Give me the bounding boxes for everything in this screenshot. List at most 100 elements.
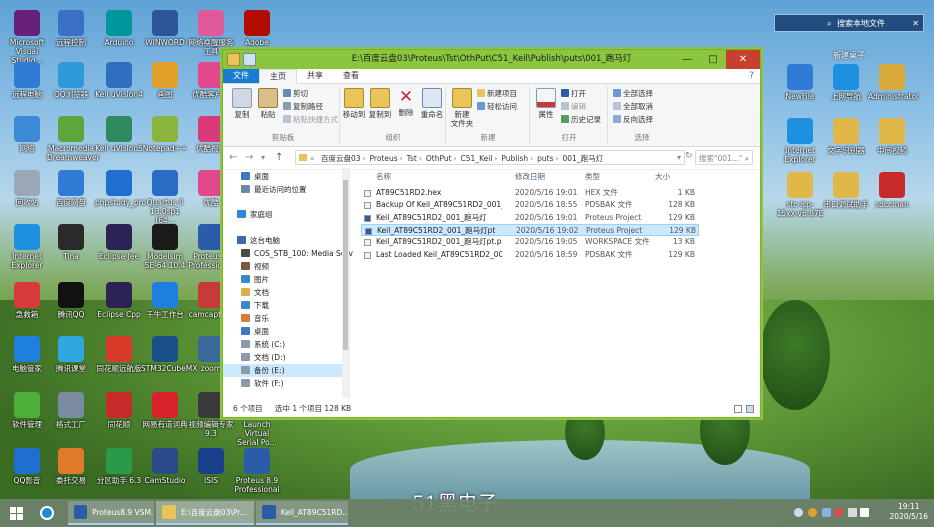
file-row[interactable]: Keil_AT89C51RD2_001_跑马灯 2020/5/16 19:01 Pr… [361, 212, 699, 224]
chevron-right-icon[interactable]: › [494, 154, 497, 163]
new-folder-button[interactable]: 新建 文件夹 [449, 88, 475, 128]
nav-item[interactable]: 图片 [223, 273, 342, 286]
desktop-shortcut[interactable]: Keil uVision5 [95, 116, 143, 153]
copy-button[interactable]: 复制 [229, 88, 255, 119]
desktop-shortcut[interactable]: Arduino [95, 10, 143, 47]
close-icon[interactable]: ✕ [912, 15, 919, 33]
breadcrumb-segment[interactable]: OthPut [426, 154, 452, 163]
nav-item[interactable]: 文档 [223, 286, 342, 299]
desktop-shortcut[interactable]: Eclipse Cpp [95, 282, 143, 319]
start-button[interactable] [4, 501, 28, 525]
desktop-shortcut[interactable]: Internet Explorer [3, 224, 51, 270]
overflow-icon[interactable]: « [310, 154, 315, 163]
desktop-shortcut[interactable]: 远程电脑 [3, 62, 51, 99]
shield-icon[interactable] [794, 508, 803, 517]
column-header-date[interactable]: 修改日期 [515, 171, 545, 182]
desktop-shortcut[interactable]: 委托交易 [47, 448, 95, 485]
desktop-shortcut[interactable]: 软件管理 [3, 392, 51, 429]
desktop-shortcut[interactable]: 分区助手 6.3 [95, 448, 143, 485]
search-input[interactable]: 搜索"001..." ⌕ [695, 150, 753, 165]
breadcrumb-segment[interactable]: Tst [407, 154, 417, 163]
taskbar-task[interactable]: E:\百度云盘03\Pr... [156, 501, 254, 525]
new-item-button[interactable]: 新建项目 [477, 88, 517, 99]
desktop-shortcut[interactable]: QQ浏览器 [47, 62, 95, 99]
file-row[interactable]: AT89C51RD2.hex 2020/5/16 19:01 HEX 文件 1 KB [361, 187, 699, 199]
desktop-shortcut[interactable]: Keil uVision4 [95, 62, 143, 99]
desktop-shortcut[interactable]: 腾讯课堂 [47, 336, 95, 373]
nav-item[interactable]: 下载 [223, 299, 342, 312]
tab-file[interactable]: 文件 [223, 69, 259, 83]
chevron-right-icon[interactable]: › [556, 154, 559, 163]
nav-item[interactable]: 视频 [223, 260, 342, 273]
taskbar-task[interactable]: Keil_AT89C51RD... [256, 501, 348, 525]
desktop-shortcut[interactable]: Tina [47, 224, 95, 261]
select-all-button[interactable]: 全部选择 [613, 88, 653, 99]
help-icon[interactable]: ? [749, 69, 754, 83]
chevron-right-icon[interactable]: › [419, 154, 422, 163]
refresh-icon[interactable]: ↻ [685, 151, 693, 161]
breadcrumb-segment[interactable]: C51_Keil [461, 154, 493, 163]
desktop-shortcut[interactable]: phpstudy_pro [95, 170, 146, 207]
chevron-right-icon[interactable]: › [363, 154, 366, 163]
desktop-shortcut[interactable]: stc-isp-15xx-v6.87E [776, 172, 824, 218]
breadcrumb-segment[interactable]: 001_跑马灯 [563, 154, 604, 163]
desktop-shortcut[interactable]: Macromedia Dreamweaver [47, 116, 100, 162]
desktop-shortcut[interactable]: 电脑管家 [3, 336, 51, 373]
properties-button[interactable]: 属性 [533, 88, 559, 119]
edit-button[interactable]: 编辑 [561, 101, 586, 112]
desktop-shortcut[interactable]: ISIS [187, 448, 235, 485]
recent-dropdown-icon[interactable]: ▾ [261, 153, 265, 162]
title-bar[interactable]: E:\百度云盘03\Proteus\Tst\OthPut\C51_Keil\Pu… [223, 50, 760, 69]
desktop-shortcut[interactable]: 远程控制 [47, 10, 95, 47]
desktop-shortcut[interactable]: 格式工厂 [47, 392, 95, 429]
security-icon[interactable] [808, 508, 817, 517]
back-arrow-icon[interactable]: ← [229, 152, 237, 163]
nav-item[interactable]: 最近访问的位置 [223, 183, 342, 196]
nav-item[interactable]: 系统 (C:) [223, 338, 342, 351]
easy-access-button[interactable]: 轻松访问 [477, 101, 517, 112]
desktop-shortcut[interactable]: Modelsim SE-64 10.4 [141, 224, 189, 270]
network-icon[interactable] [822, 508, 831, 517]
select-none-button[interactable]: 全部取消 [613, 101, 653, 112]
desktop-shortcut[interactable]: WINWORD [141, 10, 189, 47]
breadcrumb-segment[interactable]: 百度云盘03 [321, 154, 361, 163]
file-row[interactable]: Keil_AT89C51RD2_001_跑马灯pt.pdsp... 2020/5/… [361, 236, 699, 248]
nav-scrollbar[interactable] [342, 168, 349, 398]
taskbar-task[interactable]: Proteus8.9 VSM... [68, 501, 154, 525]
desktop-shortcut[interactable]: 百度网盘 [47, 170, 95, 207]
desktop-shortcut[interactable]: Notepad++ [141, 116, 189, 153]
history-button[interactable]: 历史记录 [561, 114, 601, 125]
nav-item[interactable]: COS_STB_100: Media Serv [223, 247, 353, 260]
delete-button[interactable]: ✕ 删除 [393, 88, 419, 117]
nav-item[interactable]: 音乐 [223, 312, 342, 325]
close-button[interactable]: ✕ [726, 50, 760, 69]
tab-home[interactable]: 主页 [259, 69, 297, 84]
address-bar[interactable]: « 百度云盘03 › Proteus › Tst › OthPut › C51_Keil › Pub… [295, 150, 685, 165]
invert-selection-button[interactable]: 反向选择 [613, 114, 653, 125]
taskbar-search-button[interactable] [34, 501, 62, 525]
move-to-button[interactable]: 移动到 [341, 88, 367, 119]
local-file-search[interactable]: ⌕ 搜索本地文件 ✕ [774, 14, 924, 32]
desktop-shortcut[interactable]: 急救箱 [3, 282, 51, 319]
desktop-shortcut[interactable]: 千牛工作台 [141, 282, 189, 319]
copy-to-button[interactable]: 复制到 [367, 88, 393, 119]
copy-path-button[interactable]: 复制路径 [283, 101, 323, 112]
file-row[interactable]: Backup Of Keil_AT89C51RD2_001_跑... 2020/5… [361, 199, 699, 211]
nav-item[interactable]: 备份 (E:) [223, 364, 342, 377]
scrollbar-thumb[interactable] [343, 180, 348, 350]
volume-icon[interactable] [848, 508, 857, 517]
desktop-shortcut[interactable]: STM32CubeMX [141, 336, 197, 373]
details-view-icon[interactable] [734, 405, 742, 413]
column-header-type[interactable]: 类型 [585, 171, 600, 182]
nav-item[interactable]: 文档 (D:) [223, 351, 342, 364]
large-icons-view-icon[interactable] [746, 405, 754, 413]
tab-view[interactable]: 查看 [333, 69, 369, 83]
nav-item[interactable]: 桌面 [223, 170, 342, 183]
desktop-shortcut[interactable]: 画图 [141, 62, 189, 99]
chevron-right-icon[interactable]: › [454, 154, 457, 163]
desktop-shortcut[interactable]: 同花顺远航版 [95, 336, 143, 373]
desktop-shortcut[interactable]: Eclipse Jee [95, 224, 143, 261]
breadcrumb-segment[interactable]: Proteus [370, 154, 398, 163]
breadcrumb-segment[interactable]: puts [537, 154, 553, 163]
column-header-name[interactable]: 名称 [376, 171, 391, 182]
